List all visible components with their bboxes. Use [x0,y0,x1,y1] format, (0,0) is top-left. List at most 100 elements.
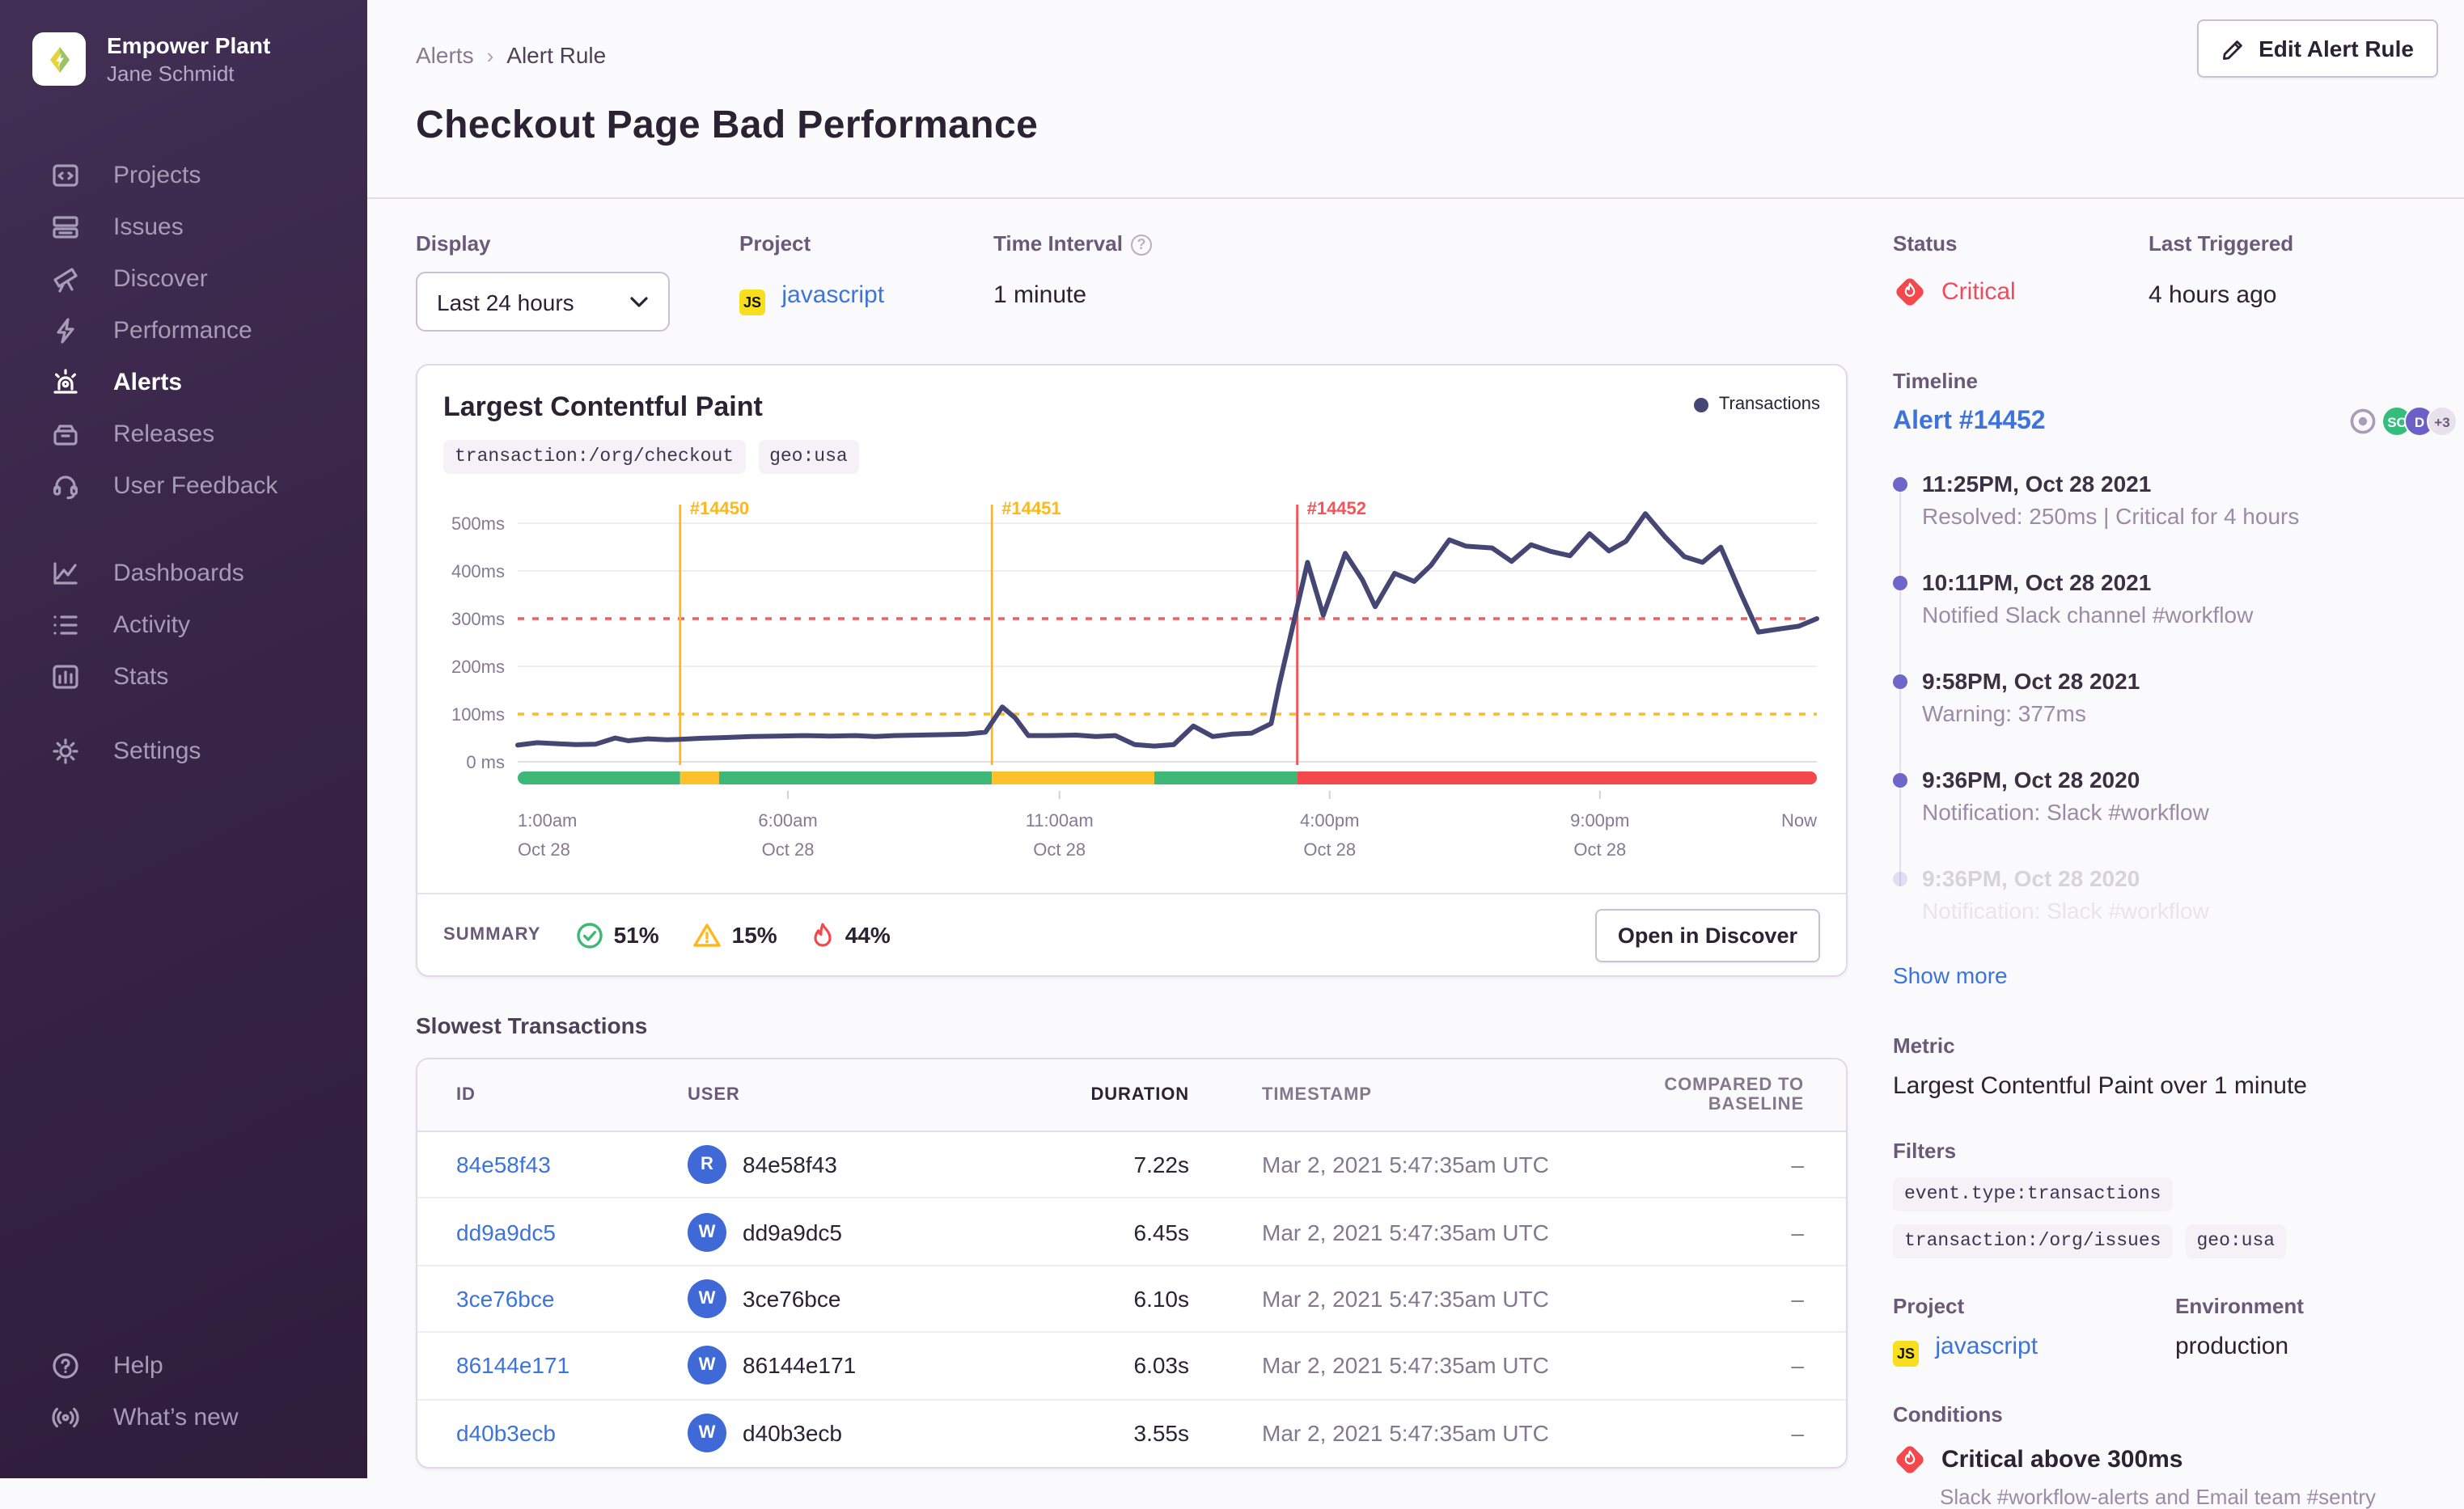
lcp-line-chart[interactable]: 500ms 400ms 300ms 200ms 100ms 0 ms #14450 #1445… [443,484,1820,878]
sidebar-item-label: Discover [113,264,208,292]
breadcrumb-alerts[interactable]: Alerts [416,42,474,68]
filter-pill: transaction:/org/issues [1893,1224,2173,1258]
open-in-discover-button[interactable]: Open in Discover [1594,908,1820,962]
sidebar-item-issues[interactable]: Issues [0,201,367,252]
sidebar-item-projects[interactable]: Projects [0,149,367,201]
transaction-id-link[interactable]: dd9a9dc5 [456,1219,556,1245]
user-cell: R 84e58f43 [688,1145,1011,1185]
svg-text:11:00am: 11:00am [1026,810,1094,831]
summary-critical: 44% [811,921,891,949]
transaction-id-link[interactable]: 3ce76bce [456,1286,554,1312]
condition-row: Critical above 300ms [1893,1443,2458,1477]
chart-title: Largest Contentful Paint [443,391,763,422]
timestamp-cell: Mar 2, 2021 5:47:35am UTC [1262,1352,1549,1379]
last-triggered-field: Last Triggered 4 hours ago [2149,231,2404,309]
user-cell: W d40b3ecb [688,1414,1011,1453]
project-value-row: JS javascript [739,281,993,315]
environment-value: production [2175,1333,2289,1360]
avatar-overflow-count[interactable]: +3 [2427,406,2458,437]
baseline-cell: – [1791,1285,1804,1312]
critical-fire-diamond-icon [1896,278,1924,306]
visibility-eye-icon[interactable] [2349,408,2377,435]
left-column: Display Last 24 hours Project JS javascr… [416,231,1848,1509]
filter-tag-pill: geo:usa [758,440,859,474]
svg-text:500ms: 500ms [451,514,505,534]
warning-triangle-icon [693,923,722,946]
sidebar-item-whats-new[interactable]: What’s new [0,1391,367,1443]
sidebar-item-performance[interactable]: Performance [0,304,367,356]
last-triggered-label: Last Triggered [2149,231,2294,256]
transaction-id-link[interactable]: 84e58f43 [456,1152,551,1177]
timestamp-cell: Mar 2, 2021 5:47:35am UTC [1262,1152,1549,1178]
sidebar-item-label: Stats [113,662,169,690]
timeline-dot-icon [1893,477,1907,492]
edit-alert-rule-button[interactable]: Edit Alert Rule [2197,19,2438,78]
timestamp-cell: Mar 2, 2021 5:47:35am UTC [1262,1219,1549,1245]
metric-section: Metric Largest Contentful Paint over 1 m… [1893,1033,2458,1100]
avatar: W [688,1279,726,1318]
timeline-entry: 11:25PM, Oct 28 2021 Resolved: 250ms | C… [1893,469,2458,534]
display-period-dropdown[interactable]: Last 24 hours [416,272,670,332]
sidebar-item-releases[interactable]: Releases [0,408,367,459]
sidebar-item-alerts[interactable]: Alerts [0,356,367,408]
transaction-id-cell: 86144e171 [417,1353,688,1379]
alerts-siren-icon [49,366,81,398]
svg-text:Oct 28: Oct 28 [518,839,570,860]
transaction-id-link[interactable]: 86144e171 [456,1353,569,1379]
svg-text:Oct 28: Oct 28 [762,839,815,860]
display-field: Display Last 24 hours [416,231,670,332]
alert-number-link[interactable]: Alert #14452 [1893,407,2046,436]
chart-legend[interactable]: Transactions [1694,395,1820,414]
user-cell: W dd9a9dc5 [688,1212,1011,1252]
show-more-link[interactable]: Show more [1893,962,2008,988]
question-circle-icon[interactable]: ? [1130,234,1152,255]
user-id-text: dd9a9dc5 [743,1219,843,1245]
timeline-entry-time: 9:58PM, Oct 28 2021 [1922,668,2140,694]
sidebar-item-label: Releases [113,420,215,447]
svg-text:400ms: 400ms [451,561,505,581]
project-detail-link[interactable]: javascript [1935,1333,2038,1360]
status-field: Status Critical [1893,231,2149,309]
main-area: Edit Alert Rule Alerts › Alert Rule Chec… [367,0,2464,1509]
filters-section: Filters event.type:transactions transacti… [1893,1139,2458,1258]
content-grid: Display Last 24 hours Project JS javascr… [367,199,2464,1509]
conditions-label: Conditions [1893,1402,2003,1427]
summary-critical-pct: 44% [845,922,891,948]
timeline-entry-time: 9:36PM, Oct 28 2020 [1922,767,2140,793]
org-switcher[interactable]: Empower Plant Jane Schmidt [0,0,367,87]
svg-text:4:00pm: 4:00pm [1300,810,1359,831]
sidebar-item-activity[interactable]: Activity [0,598,367,650]
condition-actions-description: Slack #workflow-alerts and Email team #s… [1940,1485,2376,1509]
timeline-entry-time: 10:11PM, Oct 28 2021 [1922,569,2152,595]
sidebar-item-label: Activity [113,611,191,638]
display-label: Display [416,231,491,256]
right-panel: Status Critical Last Triggered 4 hours a… [1893,231,2458,1509]
project-link[interactable]: javascript [781,281,884,309]
col-header-timestamp: TIMESTAMP [1262,1085,1372,1105]
sidebar-item-help[interactable]: Help [0,1339,367,1391]
help-icon [49,1349,81,1381]
sidebar-item-discover[interactable]: Discover [0,252,367,304]
timeline-label: Timeline [1893,369,1979,393]
summary-label: SUMMARY [443,925,541,945]
sidebar: Empower Plant Jane Schmidt Projects Issu… [0,0,367,1478]
chart-header: Largest Contentful Paint transaction:/or… [417,366,1846,474]
table-row: 3ce76bce W 3ce76bce 6.10s Mar 2, 2021 5:… [417,1266,1846,1334]
duration-cell: 6.45s [1133,1219,1190,1245]
svg-text:0 ms: 0 ms [466,752,505,772]
timeline-entries: 11:25PM, Oct 28 2021 Resolved: 250ms | C… [1893,469,2458,928]
timeline-entry-time: 9:36PM, Oct 28 2020 [1922,865,2140,891]
issues-icon [49,210,81,243]
user-cell: W 3ce76bce [688,1279,1011,1318]
timeline-entry: 9:36PM, Oct 28 2020 Notification: Slack … [1893,864,2458,928]
timestamp-cell: Mar 2, 2021 5:47:35am UTC [1262,1420,1549,1447]
time-interval-field: Time Interval? 1 minute [993,231,1152,332]
baseline-cell: – [1791,1219,1804,1245]
chart-plot-area[interactable]: 500ms 400ms 300ms 200ms 100ms 0 ms #14450 #1445… [417,474,1846,886]
metric-value: Largest Contentful Paint over 1 minute [1893,1072,2307,1100]
sidebar-item-settings[interactable]: Settings [0,725,367,776]
sidebar-item-user-feedback[interactable]: User Feedback [0,459,367,511]
sidebar-item-dashboards[interactable]: Dashboards [0,547,367,598]
transaction-id-link[interactable]: d40b3ecb [456,1421,556,1447]
sidebar-item-stats[interactable]: Stats [0,650,367,702]
